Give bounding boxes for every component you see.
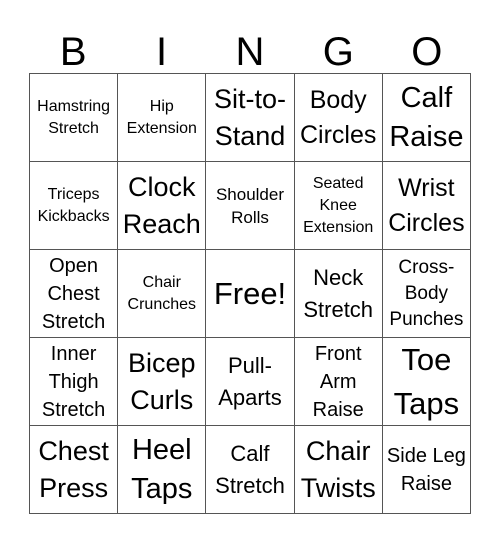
header-letter-i: I xyxy=(156,30,168,74)
bingo-cell[interactable]: Chair Crunches xyxy=(118,250,207,338)
cell-label: Toe Taps xyxy=(393,341,460,421)
cell-label: Free! xyxy=(213,275,287,311)
cell-label: Side Leg Raise xyxy=(386,444,466,495)
bingo-cell[interactable]: Calf Raise xyxy=(382,74,471,162)
bingo-grid: Hamstring Stretch Hip Extension Sit-to- … xyxy=(29,73,471,514)
cell-label: Hip Extension xyxy=(126,97,197,137)
free-space[interactable]: Free! xyxy=(206,250,295,338)
bingo-cell[interactable]: Calf Stretch xyxy=(206,426,295,514)
cell-label: Front Arm Raise xyxy=(312,342,364,421)
cell-label: Hamstring Stretch xyxy=(37,97,111,137)
cell-label: Chest Press xyxy=(38,435,109,503)
cell-label: Bicep Curls xyxy=(128,347,196,415)
bingo-cell[interactable]: Pull- Aparts xyxy=(206,338,295,426)
bingo-cell[interactable]: Chair Twists xyxy=(294,426,383,514)
bingo-cell[interactable]: Shoulder Rolls xyxy=(206,162,295,250)
cell-label: Seated Knee Extension xyxy=(303,174,374,236)
bingo-cell[interactable]: Heel Taps xyxy=(118,426,207,514)
bingo-cell[interactable]: Neck Stretch xyxy=(294,250,383,338)
cell-label: Wrist Circles xyxy=(388,173,465,237)
bingo-cell[interactable]: Body Circles xyxy=(294,74,383,162)
cell-label: Triceps Kickbacks xyxy=(37,185,110,225)
bingo-cell[interactable]: Hamstring Stretch xyxy=(30,74,119,162)
bingo-cell[interactable]: Hip Extension xyxy=(118,74,207,162)
bingo-header: B I N G O xyxy=(29,30,471,74)
header-letter-g: G xyxy=(322,30,354,74)
bingo-cell[interactable]: Seated Knee Extension xyxy=(294,162,383,250)
cell-label: Shoulder Rolls xyxy=(215,184,285,227)
cell-label: Pull- Aparts xyxy=(218,352,282,410)
cell-label: Chair Crunches xyxy=(127,273,197,313)
bingo-cell[interactable]: Wrist Circles xyxy=(382,162,471,250)
cell-label: Body Circles xyxy=(299,85,377,149)
cell-label: Clock Reach xyxy=(122,171,201,239)
bingo-cell[interactable]: Chest Press xyxy=(30,426,119,514)
header-letter-o: O xyxy=(411,30,443,74)
cell-label: Chair Twists xyxy=(300,435,376,503)
cell-label: Heel Taps xyxy=(131,433,193,505)
header-letter-n: N xyxy=(235,30,265,74)
bingo-cell[interactable]: Bicep Curls xyxy=(118,338,207,426)
bingo-cell[interactable]: Side Leg Raise xyxy=(382,426,471,514)
bingo-cell[interactable]: Triceps Kickbacks xyxy=(30,162,119,250)
cell-label: Calf Raise xyxy=(389,81,464,153)
bingo-cell[interactable]: Clock Reach xyxy=(118,162,207,250)
bingo-cell[interactable]: Toe Taps xyxy=(382,338,471,426)
cell-label: Neck Stretch xyxy=(303,264,374,322)
bingo-cell[interactable]: Open Chest Stretch xyxy=(30,250,119,338)
cell-label: Open Chest Stretch xyxy=(41,254,106,333)
bingo-cell[interactable]: Cross- Body Punches xyxy=(382,250,471,338)
cell-label: Inner Thigh Stretch xyxy=(41,342,106,421)
header-letter-b: B xyxy=(59,30,87,74)
cell-label: Sit-to- Stand xyxy=(213,83,286,151)
cell-label: Cross- Body Punches xyxy=(389,256,464,330)
bingo-cell[interactable]: Inner Thigh Stretch xyxy=(30,338,119,426)
bingo-cell[interactable]: Sit-to- Stand xyxy=(206,74,295,162)
cell-label: Calf Stretch xyxy=(215,440,285,498)
bingo-cell[interactable]: Front Arm Raise xyxy=(294,338,383,426)
